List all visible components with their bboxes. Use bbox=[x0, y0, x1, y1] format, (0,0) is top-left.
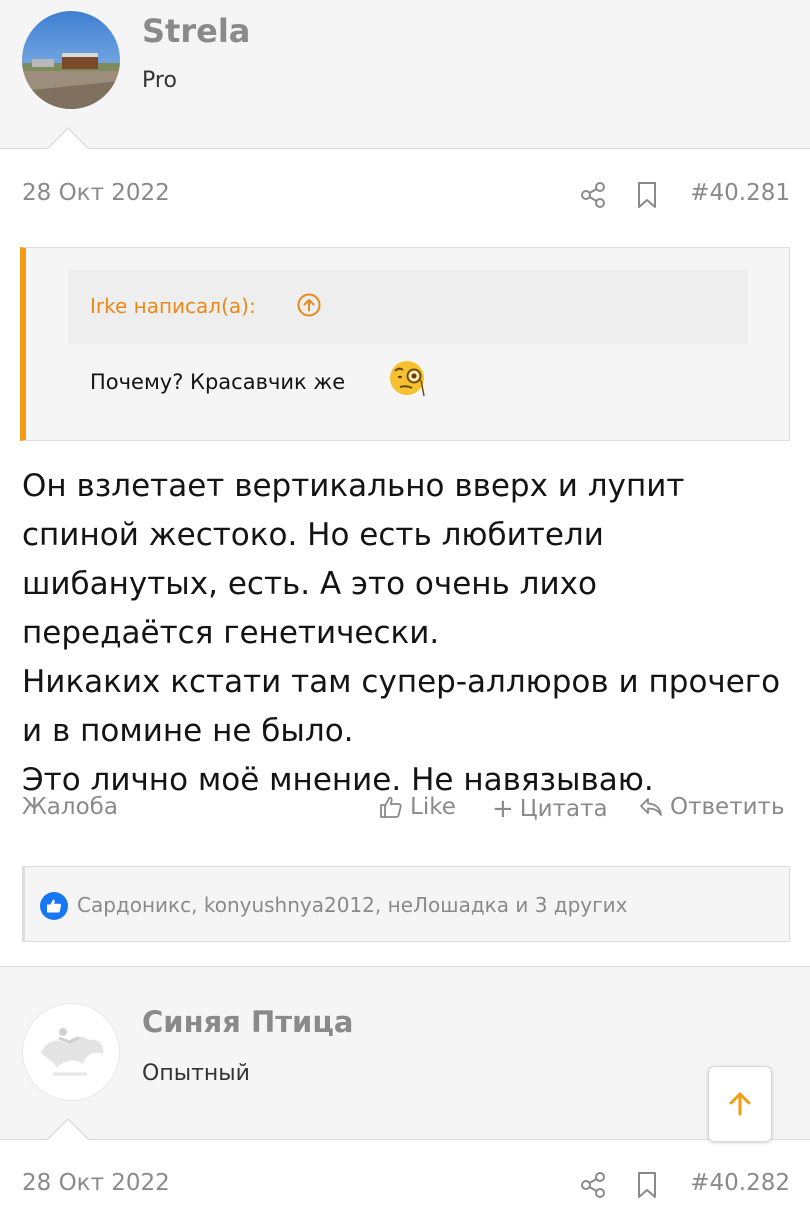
post-number[interactable]: #40.281 bbox=[690, 180, 790, 206]
caret bbox=[48, 129, 88, 149]
like-reaction-icon bbox=[40, 892, 68, 920]
share-icon[interactable] bbox=[580, 180, 606, 210]
user-header: Strela Pro bbox=[0, 0, 810, 149]
post-date[interactable]: 28 Окт 2022 bbox=[22, 1170, 170, 1196]
username[interactable]: Синяя Птица bbox=[142, 1005, 353, 1039]
quote-text: Почему? Красавчик же bbox=[90, 370, 346, 394]
message-paragraph: Он взлетает вертикально вверх и лупит сп… bbox=[22, 468, 685, 651]
user-header: Синяя Птица Опытный bbox=[0, 966, 810, 1140]
message-paragraph: Никаких кстати там супер-аллюров и проче… bbox=[22, 664, 781, 749]
share-icon[interactable] bbox=[580, 1170, 606, 1200]
bookmark-icon[interactable] bbox=[636, 1170, 658, 1200]
report-link[interactable]: Жалоба bbox=[22, 794, 118, 820]
caret bbox=[48, 1120, 88, 1140]
quote-block: Irke написал(а): Почему? Красавчик же bbox=[20, 247, 790, 441]
avatar[interactable] bbox=[22, 1003, 120, 1101]
user-title: Pro bbox=[142, 68, 177, 93]
post-meta: 28 Окт 2022 #40.281 bbox=[0, 180, 810, 220]
reactions-bar[interactable]: Сардоникс, konyushnya2012, неЛошадка и 3… bbox=[22, 866, 790, 942]
quote-button[interactable]: + Цитата bbox=[492, 794, 608, 824]
monocle-face-emoji bbox=[390, 361, 425, 397]
arrow-up-icon bbox=[729, 1092, 751, 1116]
quote-label: Цитата bbox=[519, 796, 608, 822]
arrow-up-circle-icon[interactable] bbox=[296, 292, 322, 318]
post-date[interactable]: 28 Окт 2022 bbox=[22, 180, 170, 206]
scroll-to-top-button[interactable] bbox=[708, 1066, 772, 1142]
reply-label: Ответить bbox=[670, 794, 785, 820]
like-button[interactable]: Like bbox=[378, 794, 456, 820]
avatar[interactable] bbox=[22, 11, 120, 109]
user-title: Опытный bbox=[142, 1061, 250, 1086]
thumbs-up-icon bbox=[380, 796, 402, 818]
reply-arrow-icon bbox=[640, 798, 662, 816]
plus-icon: + bbox=[492, 794, 514, 824]
post-meta: 28 Окт 2022 #40.282 bbox=[0, 1170, 810, 1210]
bookmark-icon[interactable] bbox=[636, 180, 658, 210]
username[interactable]: Strela bbox=[142, 12, 250, 50]
reply-button[interactable]: Ответить bbox=[638, 794, 785, 820]
reaction-list[interactable]: Сардоникс, konyushnya2012, неЛошадка и 3… bbox=[77, 893, 628, 917]
post-actions: Жалоба Like + Цитата Ответить bbox=[0, 794, 810, 830]
post-number[interactable]: #40.282 bbox=[690, 1170, 790, 1196]
quote-author[interactable]: Irke написал(а): bbox=[90, 294, 256, 318]
quote-header: Irke написал(а): bbox=[68, 270, 748, 344]
like-label: Like bbox=[410, 794, 456, 820]
post-message: Он взлетает вертикально вверх и лупит сп… bbox=[22, 462, 797, 805]
